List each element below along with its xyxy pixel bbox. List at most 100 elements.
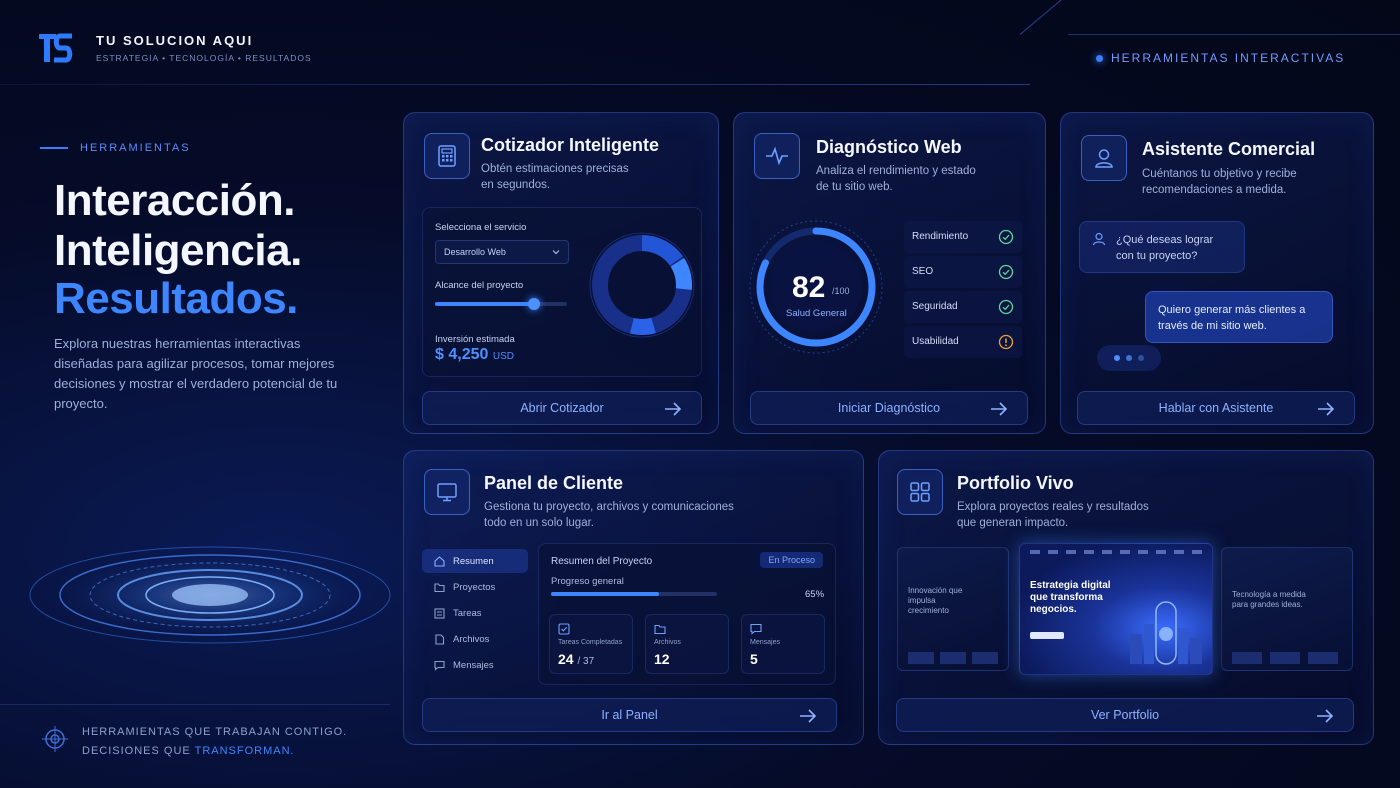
chat-answer-text: Quiero generar más clientes a través de … <box>1158 304 1306 332</box>
eyebrow-label: HERRAMIENTAS <box>80 142 191 154</box>
grid-icon <box>910 482 930 502</box>
diagnostico-desc-2: de tu sitio web. <box>816 181 893 193</box>
health-score-label: Salud General <box>786 308 847 319</box>
portfolio-shot-center[interactable]: Estrategia digital que transforma negoci… <box>1019 543 1213 675</box>
stat-number: 24 <box>558 651 574 667</box>
ver-portfolio-button[interactable]: Ver Portfolio <box>896 698 1354 732</box>
stat-number: 5 <box>750 651 758 667</box>
chat-question-text: ¿Qué deseas lograr con tu proyecto? <box>1116 234 1214 262</box>
tagline-line-1: HERRAMIENTAS QUE TRABAJAN CONTIGO. <box>82 726 348 738</box>
nav-item-resumen[interactable]: Resumen <box>422 549 528 573</box>
nav-item-archivos[interactable]: Archivos <box>422 627 528 651</box>
hologram-rings-icon <box>29 420 391 644</box>
nav-item-tareas[interactable]: Tareas <box>422 601 528 625</box>
portfolio-shot-right[interactable]: Tecnología a medida para grandes ideas. <box>1221 547 1353 671</box>
home-icon <box>434 555 445 567</box>
ir-panel-button[interactable]: Ir al Panel <box>422 698 837 732</box>
eyebrow-line <box>40 147 68 149</box>
user-icon <box>1095 149 1113 168</box>
project-summary: Resumen del Proyecto En Proceso Progreso… <box>538 543 836 685</box>
shot-right-thumbs <box>1232 652 1344 664</box>
progress-bar <box>551 592 717 596</box>
arrow-right-icon <box>800 709 817 723</box>
chat-icon <box>750 623 762 635</box>
check-circle-icon <box>998 299 1014 315</box>
nav-item-label: Proyectos <box>453 581 496 593</box>
nav-item-label: Resumen <box>453 555 494 567</box>
stat-value: 5 <box>750 651 758 667</box>
tasks-icon <box>434 607 445 619</box>
stat-value: 24 / 37 <box>558 651 594 667</box>
abrir-cotizador-label: Abrir Cotizador <box>520 401 604 415</box>
warning-circle-icon <box>998 334 1014 350</box>
portfolio-shot-left[interactable]: Innovación que impulsa crecimiento <box>897 547 1009 671</box>
metric-label: Usabilidad <box>912 336 959 347</box>
scope-slider-handle[interactable] <box>528 298 540 310</box>
user-icon-box <box>1081 135 1127 181</box>
header-divider <box>0 84 1030 85</box>
iniciar-diagnostico-button[interactable]: Iniciar Diagnóstico <box>750 391 1028 425</box>
arrow-right-icon <box>1318 402 1335 416</box>
stat-label: Mensajes <box>750 639 780 646</box>
hero-title-line-1: Interacción. <box>54 176 295 225</box>
stat-label: Tareas Completadas <box>558 639 623 646</box>
asistente-card: Asistente Comercial Cuéntanos tu objetiv… <box>1060 112 1374 434</box>
checkbox-icon <box>558 623 570 635</box>
asistente-desc-1: Cuéntanos tu objetivo y recibe <box>1142 168 1297 180</box>
brand-subtitle: ESTRATEGIA • TECNOLOGÍA • RESULTADOS <box>96 53 312 63</box>
pulse-icon-box <box>754 133 800 179</box>
status-badge: En Proceso <box>760 552 823 568</box>
metric-row-seo: SEO <box>904 256 1022 288</box>
service-select-value: Desarrollo Web <box>444 247 506 257</box>
tagline-prefix: DECISIONES QUE <box>82 745 195 757</box>
health-score-max: /100 <box>832 286 850 296</box>
tools-tag-label: HERRAMIENTAS INTERACTIVAS <box>1111 51 1346 65</box>
nav-item-label: Tareas <box>453 607 482 619</box>
hero-title-line-3: Resultados. <box>54 274 298 323</box>
panel-desc-1: Gestiona tu proyecto, archivos y comunic… <box>484 501 734 513</box>
summary-title: Resumen del Proyecto <box>551 556 653 567</box>
stat-total: / 37 <box>577 656 595 667</box>
nav-item-mensajes[interactable]: Mensajes <box>422 653 528 677</box>
nav-item-proyectos[interactable]: Proyectos <box>422 575 528 599</box>
typing-dot <box>1126 355 1132 361</box>
tools-tag: HERRAMIENTAS INTERACTIVAS <box>1096 51 1345 65</box>
shot-right-text: Tecnología a medida para grandes ideas. <box>1232 590 1306 609</box>
investment-label: Inversión estimada <box>435 334 515 345</box>
panel-card: Panel de Cliente Gestiona tu proyecto, a… <box>403 450 864 745</box>
typing-dot <box>1138 355 1144 361</box>
progress-bar-fill <box>551 592 659 596</box>
message-icon <box>434 660 445 671</box>
pulse-icon <box>766 146 788 166</box>
shot-center-cta <box>1030 632 1064 639</box>
asistente-title: Asistente Comercial <box>1142 139 1316 159</box>
ver-portfolio-label: Ver Portfolio <box>1090 708 1160 722</box>
stat-number: 12 <box>654 651 670 667</box>
metric-label: Rendimiento <box>912 231 969 242</box>
typing-indicator <box>1097 345 1161 371</box>
abrir-cotizador-button[interactable]: Abrir Cotizador <box>422 391 702 425</box>
chevron-down-icon <box>552 250 560 255</box>
progress-value: 65% <box>805 589 825 600</box>
iniciar-diagnostico-label: Iniciar Diagnóstico <box>837 401 941 415</box>
cotizador-title: Cotizador Inteligente <box>481 135 660 155</box>
tagline: HERRAMIENTAS QUE TRABAJAN CONTIGO. DECIS… <box>82 723 347 761</box>
arrow-right-icon <box>991 402 1008 416</box>
service-select[interactable]: Desarrollo Web <box>435 240 569 264</box>
shot-left-thumbs <box>908 652 1000 664</box>
hero-title-line-2: Inteligencia. <box>54 226 302 275</box>
hablar-asistente-button[interactable]: Hablar con Asistente <box>1077 391 1355 425</box>
tagline-highlight: TRANSFORMAN. <box>194 745 295 757</box>
check-circle-icon <box>998 264 1014 280</box>
cotizador-form: Selecciona el servicio Desarrollo Web Al… <box>422 207 702 377</box>
shot-left-text: Innovación que impulsa crecimiento <box>908 586 963 615</box>
scope-slider-fill <box>435 302 534 306</box>
stat-archivos: Archivos 12 <box>645 614 729 674</box>
scope-label: Alcance del proyecto <box>435 280 524 291</box>
monitor-icon <box>437 483 457 502</box>
hero-eyebrow: HERRAMIENTAS <box>40 142 191 154</box>
brand-title: TU SOLUCION AQUI <box>96 33 254 48</box>
scope-slider[interactable] <box>435 298 567 310</box>
health-score: 82 <box>792 271 826 304</box>
metric-row-rendimiento: Rendimiento <box>904 221 1022 253</box>
